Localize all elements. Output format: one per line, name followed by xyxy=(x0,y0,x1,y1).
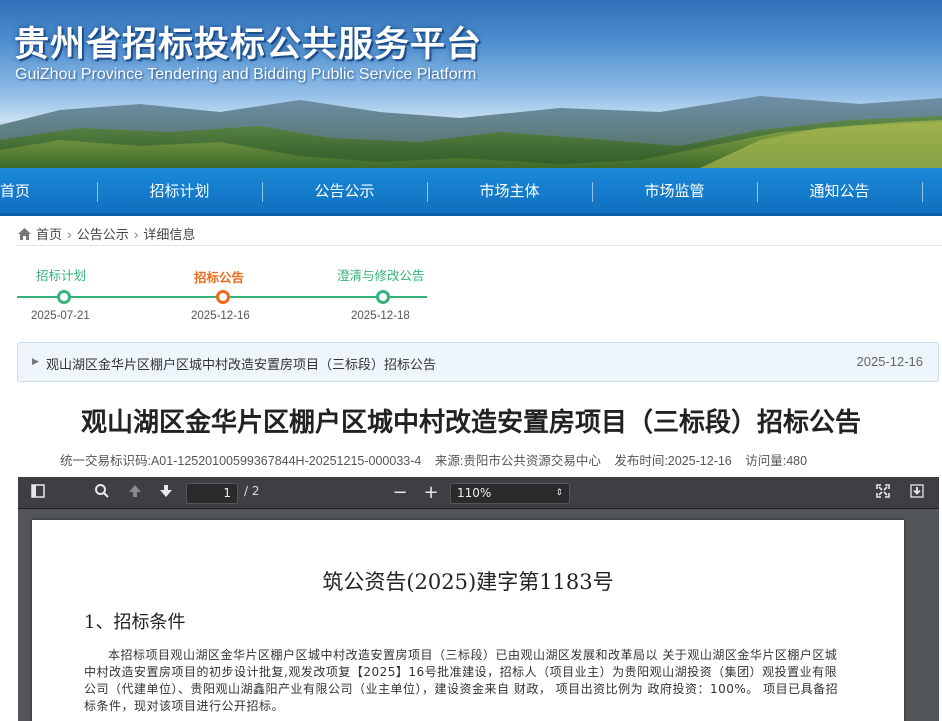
site-title: 贵州省招标投标公共服务平台 xyxy=(14,25,483,65)
nav-item-announcements[interactable]: 公告公示 xyxy=(262,168,427,213)
home-icon xyxy=(18,227,31,240)
search-icon[interactable] xyxy=(92,483,112,503)
timeline-step-label-active[interactable]: 招标公告 xyxy=(194,267,244,286)
notice-item[interactable]: ▶ 观山湖区金华片区棚户区城中村改造安置房项目（三标段）招标公告 2025-12… xyxy=(17,342,939,382)
fullscreen-icon[interactable] xyxy=(873,483,893,503)
nav-item-home[interactable]: 首页 xyxy=(0,168,32,213)
nav-item-market-supervision[interactable]: 市场监管 xyxy=(592,168,757,213)
timeline-node[interactable] xyxy=(376,290,390,304)
pdf-toolbar: 1 / 2 − + 110% ⇕ xyxy=(18,477,939,509)
sidebar-toggle-icon[interactable] xyxy=(28,483,48,503)
timeline-step-date: 2025-12-16 xyxy=(191,310,250,322)
meta-views: 访问量:480 xyxy=(745,454,808,468)
previous-page-icon[interactable] xyxy=(125,483,145,503)
document-number: 筑公资告(2025)建字第1183号 xyxy=(322,570,614,594)
chevron-right-icon: › xyxy=(133,225,139,242)
notice-date: 2025-12-16 xyxy=(856,354,924,369)
section-heading: 1、招标条件 xyxy=(84,612,186,633)
zoom-value: 110% xyxy=(457,486,492,500)
article-meta: 统一交易标识码:A01-12520100599367844H-20251215-… xyxy=(60,450,940,469)
chevron-right-icon: › xyxy=(67,225,72,242)
notice-title[interactable]: 观山湖区金华片区棚户区城中村改造安置房项目（三标段）招标公告 xyxy=(46,354,436,373)
breadcrumb-home[interactable]: 首页 xyxy=(36,224,62,243)
chevron-updown-icon: ⇕ xyxy=(555,488,563,498)
zoom-out-icon[interactable]: − xyxy=(390,483,410,503)
pdf-viewer: 1 / 2 − + 110% ⇕ 筑公资告(2025)建字第1183号 1、招标… xyxy=(18,477,939,721)
main-nav: 首页 招标计划 公告公示 市场主体 市场监管 通知公告 xyxy=(0,168,942,216)
breadcrumb: 首页 › 公告公示 › 详细信息 xyxy=(17,222,942,246)
section-paragraph: 本招标项目观山湖区金华片区棚户区城中村改造安置房项目（三标段）已由观山湖区发展和… xyxy=(84,648,839,713)
page-number-input[interactable]: 1 xyxy=(186,483,238,504)
breadcrumb-section[interactable]: 公告公示 xyxy=(77,224,129,243)
page-title: 观山湖区金华片区棚户区城中村改造安置房项目（三标段）招标公告 xyxy=(80,408,861,438)
meta-publish-time: 发布时间:2025-12-16 xyxy=(614,454,732,468)
download-icon[interactable] xyxy=(907,483,927,503)
meta-transaction-id: 统一交易标识码:A01-12520100599367844H-20251215-… xyxy=(60,454,422,468)
nav-divider xyxy=(922,182,923,202)
nav-item-market-entities[interactable]: 市场主体 xyxy=(427,168,592,213)
caret-right-icon: ▶ xyxy=(32,356,39,366)
timeline-step-date: 2025-12-18 xyxy=(351,310,410,322)
timeline-step-label[interactable]: 澄清与修改公告 xyxy=(337,265,425,284)
timeline-step-date: 2025-07-21 xyxy=(31,310,90,322)
pdf-page: 筑公资告(2025)建字第1183号 1、招标条件 本招标项目观山湖区金华片区棚… xyxy=(32,520,904,721)
zoom-select[interactable]: 110% ⇕ xyxy=(450,483,570,504)
timeline-step-label[interactable]: 招标计划 xyxy=(36,265,86,284)
next-page-icon[interactable] xyxy=(156,483,176,503)
nav-item-tender-plan[interactable]: 招标计划 xyxy=(97,168,262,213)
breadcrumb-current: 详细信息 xyxy=(143,227,196,242)
progress-timeline: 招标计划 2025-07-21 招标公告 2025-12-16 澄清与修改公告 … xyxy=(17,262,437,332)
page-total: / 2 xyxy=(244,484,260,498)
timeline-node[interactable] xyxy=(57,290,71,304)
site-subtitle: GuiZhou Province Tendering and Bidding P… xyxy=(15,66,477,83)
zoom-in-icon[interactable]: + xyxy=(421,483,441,503)
timeline-node-active[interactable] xyxy=(216,290,230,304)
site-banner: 贵州省招标投标公共服务平台 GuiZhou Province Tendering… xyxy=(0,0,942,168)
meta-source: 来源:贵阳市公共资源交易中心 xyxy=(434,454,601,468)
nav-item-notices[interactable]: 通知公告 xyxy=(757,168,922,213)
